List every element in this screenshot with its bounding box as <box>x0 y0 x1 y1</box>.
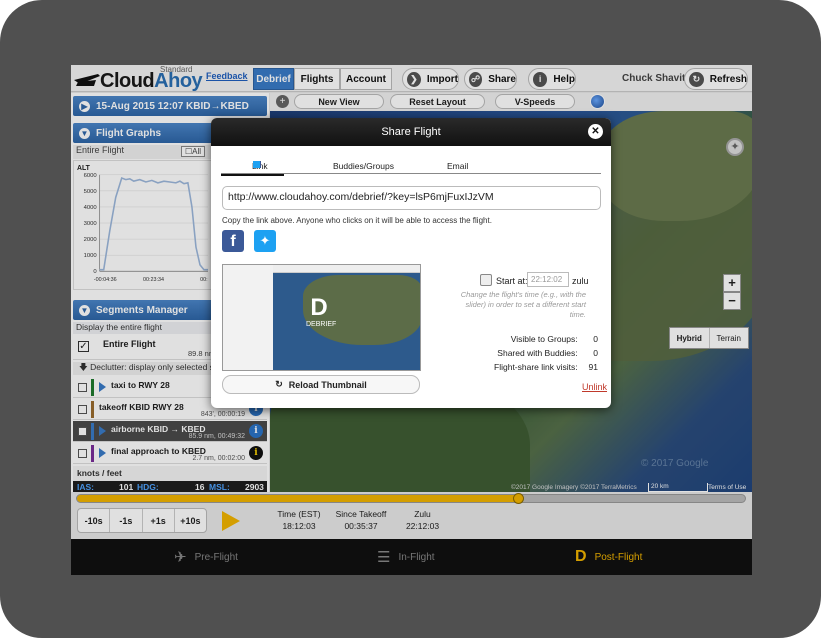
twitter-icon <box>253 161 260 168</box>
debrief-logo: D DEBRIEF <box>306 294 337 329</box>
tab-buddies-groups[interactable]: Buddies/Groups <box>333 161 394 171</box>
zulu-unit-label: zulu <box>572 276 589 286</box>
reload-thumbnail-label: Reload Thumbnail <box>288 379 367 390</box>
share-flight-dialog: Share Flight ✕ Link Buddies/Groups Email… <box>211 118 611 408</box>
start-at-label: Start at: <box>496 276 528 286</box>
link-visits-label: Flight-share link visits: <box>494 362 578 372</box>
reload-thumbnail-button[interactable]: ↻ Reload Thumbnail <box>222 375 420 394</box>
share-link-input[interactable]: http://www.cloudahoy.com/debrief/?key=ls… <box>222 186 601 210</box>
twitter-share-icon[interactable]: ✦ <box>254 230 276 252</box>
visible-groups-stat: Visible to Groups: 0 <box>466 334 598 344</box>
start-at-checkbox[interactable] <box>480 274 492 286</box>
start-at-input[interactable]: 22:12:02 <box>527 272 569 287</box>
visible-groups-value: 0 <box>593 334 598 344</box>
shared-buddies-label: Shared with Buddies: <box>497 348 578 358</box>
link-visits-stat: Flight-share link visits: 91 <box>466 362 598 372</box>
share-tabs: Link Buddies/Groups Email <box>221 161 601 174</box>
flight-thumbnail: D DEBRIEF <box>222 264 421 371</box>
visible-groups-label: Visible to Groups: <box>510 334 578 344</box>
shared-buddies-value: 0 <box>593 348 598 358</box>
copy-hint: Copy the link above. Anyone who clicks o… <box>222 216 492 225</box>
dialog-header: Share Flight <box>211 118 611 146</box>
thumbnail-left-panel <box>223 265 273 370</box>
facebook-share-icon[interactable]: f <box>222 230 244 252</box>
tab-email[interactable]: Email <box>447 161 468 171</box>
unlink-link[interactable]: Unlink <box>582 382 607 392</box>
close-icon[interactable]: ✕ <box>588 124 603 139</box>
dialog-title: Share Flight <box>381 126 441 138</box>
app-screen: CloudAhoy Standard Feedback Debrief Flig… <box>71 65 752 575</box>
link-visits-value: 91 <box>588 362 598 372</box>
change-time-hint: Change the flight's time (e.g., with the… <box>460 290 586 319</box>
active-tab-underline <box>221 174 284 176</box>
shared-buddies-stat: Shared with Buddies: 0 <box>466 348 598 358</box>
refresh-icon: ↻ <box>275 379 283 389</box>
debrief-logo-text: DEBRIEF <box>306 321 337 328</box>
